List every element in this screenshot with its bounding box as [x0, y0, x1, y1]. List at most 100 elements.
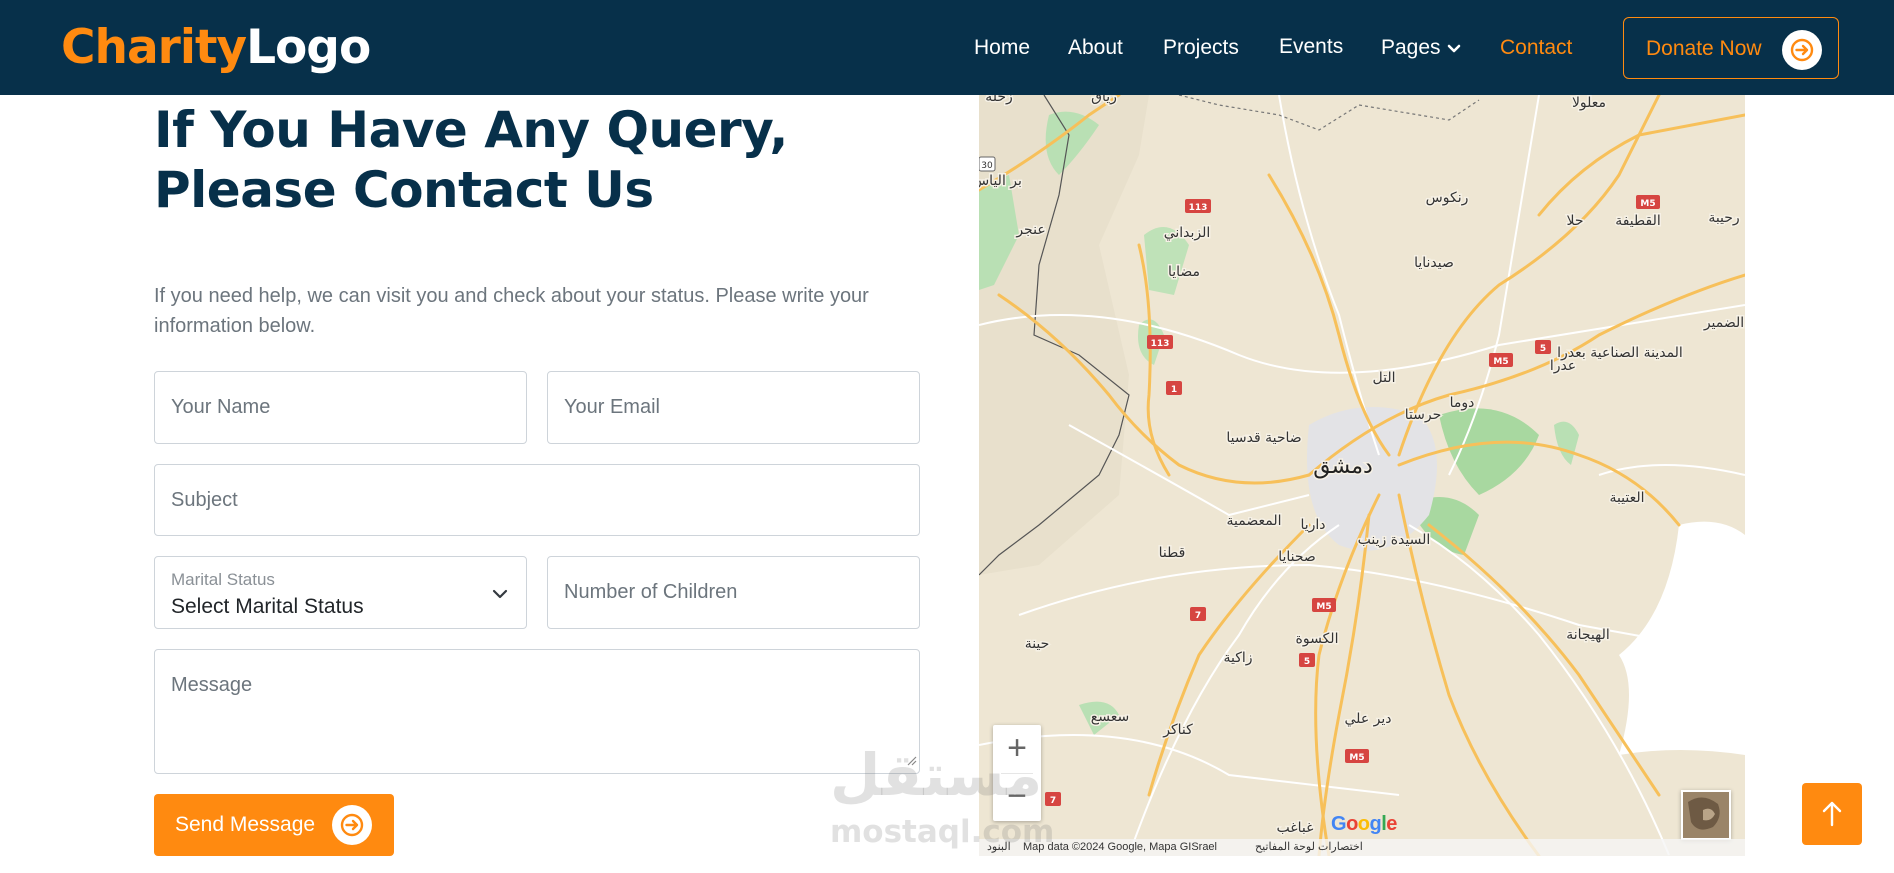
google-logo: Google — [1331, 813, 1397, 835]
map-place-label: قطنا — [1159, 545, 1186, 561]
map-place-label: صحنايا — [1278, 549, 1316, 565]
road-shield: 5 — [1535, 340, 1551, 354]
map-place-label: حينة — [1025, 636, 1050, 652]
map-place-label: رياق — [1091, 95, 1117, 105]
map-place-label: صيدنايا — [1414, 255, 1454, 271]
nav-home[interactable]: Home — [974, 36, 1030, 60]
road-label: M5 — [1316, 602, 1331, 612]
logo-part-2: Logo — [246, 20, 371, 75]
children-placeholder: Number of Children — [564, 581, 738, 603]
map-place-label: حلا — [1566, 213, 1583, 229]
keyboard-shortcuts-link[interactable]: اختصارات لوحة المفاتيح — [1255, 839, 1363, 856]
nav-about[interactable]: About — [1068, 36, 1123, 60]
google-map[interactable]: 113 113 M5 M5 5 1 7 M5 5 M5 7 30 زحلة ري… — [979, 95, 1745, 856]
marital-status-label: Marital Status — [171, 570, 275, 589]
send-message-button[interactable]: Send Message — [154, 794, 394, 856]
map-attribution-bar: البنود Map data ©2024 Google, Mapa GISra… — [979, 839, 1745, 856]
marital-status-value: Select Marital Status — [171, 595, 364, 618]
chevron-down-icon — [1447, 36, 1461, 60]
road-label: 7 — [1195, 611, 1201, 621]
site-logo[interactable]: CharityLogo — [61, 20, 371, 76]
map-place-label: غباغب — [1277, 820, 1314, 836]
subject-field[interactable]: Subject — [154, 464, 920, 536]
road-shield: M5 — [1489, 353, 1513, 367]
back-to-top-button[interactable] — [1802, 783, 1862, 845]
email-field[interactable]: Your Email — [547, 371, 920, 444]
navbar: CharityLogo Home About Projects Events P… — [0, 0, 1894, 95]
map-place-label: داريا — [1300, 517, 1325, 533]
name-field[interactable]: Your Name — [154, 371, 527, 444]
children-field[interactable]: Number of Children — [547, 556, 920, 629]
road-label: 5 — [1540, 344, 1546, 354]
map-place-label: رنكوس — [1426, 190, 1469, 206]
watermark-arabic: مستقل — [830, 741, 1043, 809]
chevron-down-icon — [492, 587, 508, 605]
map-place-label: زحلة — [985, 95, 1013, 105]
road-label: 7 — [1050, 796, 1056, 806]
map-place-label: الضمير — [1703, 315, 1744, 331]
road-shield: M5 — [1312, 598, 1336, 612]
map-place-label: المعضمية — [1227, 513, 1282, 529]
donate-label: Donate Now — [1646, 37, 1762, 60]
map-place-label: زاكية — [1223, 650, 1252, 666]
road-label: 113 — [1151, 339, 1170, 349]
nav-events[interactable]: Events — [1279, 35, 1343, 59]
map-place-label: عنجر — [1015, 222, 1045, 238]
map-place-label: العتيبة — [1609, 490, 1644, 506]
name-placeholder: Your Name — [171, 396, 271, 418]
road-shield: 7 — [1045, 792, 1061, 806]
map-place-label: الزبداني — [1164, 225, 1211, 241]
map-place-label: دوما — [1450, 395, 1475, 411]
road-shield: M5 — [1345, 749, 1369, 763]
map-place-label: معلولا — [1572, 95, 1606, 111]
message-field[interactable]: Message — [154, 649, 920, 774]
map-place-label: سعسع — [1091, 709, 1129, 725]
satellite-toggle-button[interactable] — [1681, 790, 1731, 840]
map-place-label: التل — [1373, 370, 1396, 386]
map-place-label: الكسوة — [1296, 631, 1339, 647]
map-place-label: دير علي — [1345, 711, 1392, 727]
road-label: 113 — [1189, 203, 1208, 213]
road-shield: 7 — [1190, 607, 1206, 621]
road-shield: 30 — [979, 156, 996, 172]
road-shield: 113 — [1185, 199, 1211, 213]
road-shield: 5 — [1299, 653, 1315, 667]
map-place-label: كناكر — [1162, 722, 1193, 738]
nav-contact[interactable]: Contact — [1500, 36, 1572, 60]
donate-button[interactable]: Donate Now — [1623, 17, 1839, 79]
send-message-label: Send Message — [175, 813, 316, 836]
road-shield: 113 — [1147, 335, 1173, 349]
map-city-label: دمشق — [1313, 454, 1373, 479]
map-place-label: القطيفة — [1615, 213, 1661, 229]
arrow-right-icon — [332, 805, 372, 845]
nav-pages-label: Pages — [1381, 36, 1441, 59]
map-place-label: رحيبة — [1708, 210, 1739, 226]
marital-status-select[interactable]: Marital Status Select Marital Status — [154, 556, 527, 629]
road-label: 5 — [1304, 657, 1310, 667]
road-label: 30 — [981, 161, 993, 171]
map-place-label: ضاحية قدسيا — [1226, 430, 1301, 446]
road-label: M5 — [1493, 357, 1508, 367]
logo-part-1: Charity — [61, 20, 247, 75]
email-placeholder: Your Email — [564, 396, 660, 418]
map-place-label: الهيجانة — [1566, 627, 1610, 643]
arrow-right-icon — [1782, 30, 1822, 70]
arrow-up-icon — [1822, 801, 1842, 827]
map-place-label: مضايا — [1168, 264, 1200, 280]
map-place-label: المدينة الصناعية بعدرا — [1557, 345, 1683, 361]
road-label: 1 — [1171, 385, 1177, 395]
map-place-label: بر الياس — [979, 173, 1022, 189]
watermark-domain: mostaql.com — [830, 814, 1055, 850]
road-label: M5 — [1349, 753, 1364, 763]
road-label: M5 — [1640, 199, 1655, 209]
contact-description: If you need help, we can visit you and c… — [154, 285, 869, 337]
message-placeholder: Message — [171, 674, 253, 696]
nav-pages[interactable]: Pages — [1381, 36, 1461, 60]
nav-projects[interactable]: Projects — [1163, 36, 1239, 60]
map-place-label: السيدة زينب — [1358, 532, 1431, 548]
page-heading: If You Have Any Query, Please Contact Us — [154, 101, 788, 219]
map-place-label: حرستا — [1405, 407, 1442, 423]
map-canvas: 113 113 M5 M5 5 1 7 M5 5 M5 7 30 زحلة ري… — [979, 95, 1745, 856]
road-shield: 1 — [1166, 381, 1182, 395]
satellite-thumbnail-icon — [1683, 792, 1729, 838]
